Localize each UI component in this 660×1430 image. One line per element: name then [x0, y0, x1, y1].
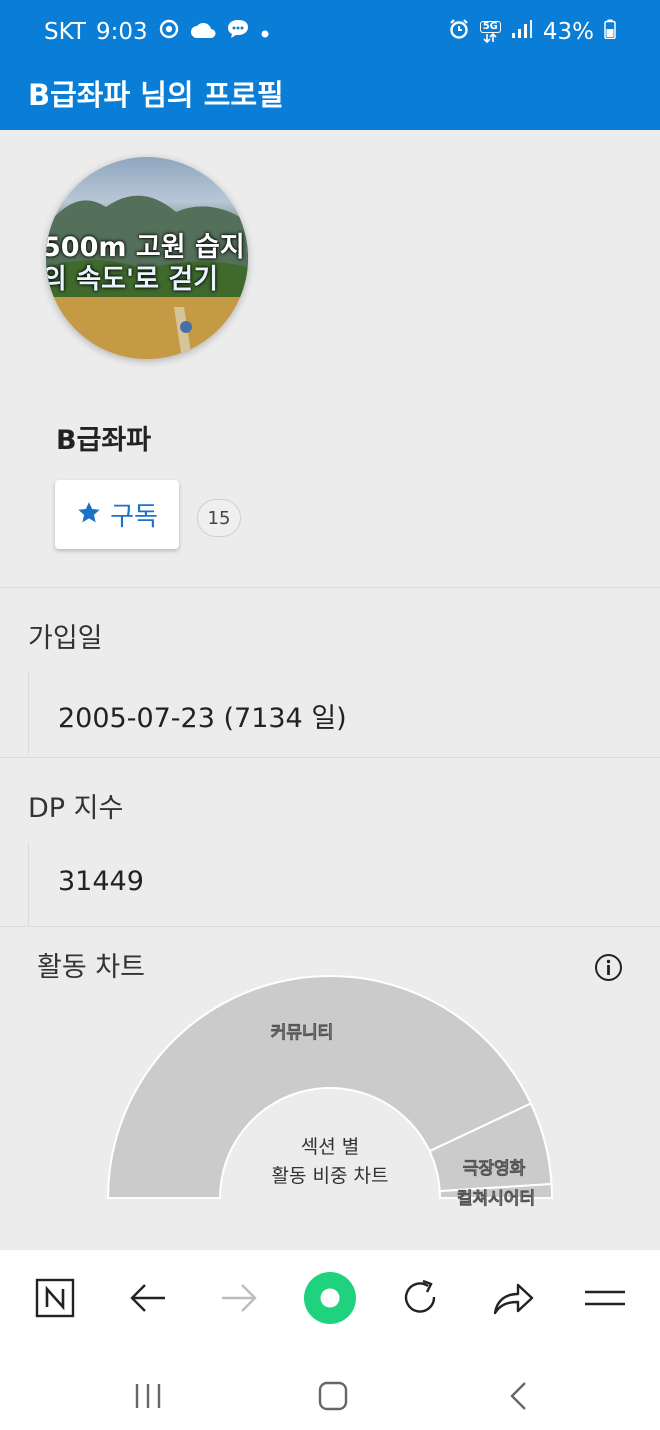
- dp-index-label: DP 지수: [28, 793, 124, 824]
- message-icon: [226, 18, 250, 46]
- join-date-label: 가입일: [28, 623, 103, 654]
- network-type-text: 5G: [479, 21, 501, 33]
- system-back-icon[interactable]: [490, 1368, 546, 1424]
- naver-n-icon[interactable]: [27, 1270, 83, 1326]
- chart-slice-label-3: 컬쳐시어터: [457, 1189, 535, 1209]
- battery-percent-text: 43%: [542, 19, 594, 45]
- chart-center-line1: 섹션 별: [301, 1136, 359, 1158]
- carrier-text: SKT: [44, 19, 86, 45]
- system-navigation-bar: [0, 1358, 660, 1430]
- avatar-caption-line2: 의 속도'로 걷기: [46, 264, 219, 295]
- green-dot-home-icon[interactable]: [302, 1270, 358, 1326]
- browser-bottom-bar: [0, 1250, 660, 1430]
- star-icon: [76, 500, 102, 530]
- divider: [0, 587, 660, 588]
- home-icon[interactable]: [305, 1368, 361, 1424]
- cloud-icon: [190, 19, 216, 45]
- dp-index-value: 31449: [58, 866, 144, 897]
- battery-icon: [604, 19, 616, 45]
- join-date-row: 2005-07-23 (7134 일): [28, 672, 660, 756]
- share-icon[interactable]: [485, 1270, 541, 1326]
- dp-index-row: 31449: [28, 842, 660, 926]
- subscriber-count-badge: 15: [197, 499, 241, 537]
- signal-icon: [511, 19, 533, 45]
- recording-icon: [158, 18, 180, 46]
- back-arrow-icon[interactable]: [120, 1270, 176, 1326]
- divider: [0, 757, 660, 758]
- alarm-icon: [448, 18, 470, 46]
- status-bar-left: SKT 9:03: [44, 18, 270, 46]
- join-date-value: 2005-07-23 (7134 일): [58, 703, 347, 734]
- subscribe-button[interactable]: 구독: [55, 480, 179, 549]
- chart-slice-label-2: 극장영화: [463, 1159, 526, 1179]
- refresh-icon[interactable]: [393, 1270, 449, 1326]
- clock-text: 9:03: [95, 19, 148, 45]
- profile-username: B급좌파: [56, 425, 152, 456]
- activity-half-donut-chart: 커뮤니티극장영화컬쳐시어터 섹션 별 활동 비중 차트: [106, 975, 554, 1209]
- network-5g-icon: 5G: [479, 21, 501, 43]
- subscribe-label: 구독: [110, 502, 158, 532]
- notification-dot-icon: [260, 19, 270, 45]
- status-bar: SKT 9:03 5G 43%: [0, 0, 660, 66]
- menu-icon[interactable]: [577, 1270, 633, 1326]
- app-bar: B급좌파 님의 프로필: [0, 66, 660, 130]
- browser-toolbar: [0, 1250, 660, 1346]
- status-bar-right: 5G 43%: [448, 18, 616, 46]
- page-title: B급좌파 님의 프로필: [28, 78, 284, 112]
- forward-arrow-icon[interactable]: [211, 1270, 267, 1326]
- recent-apps-icon[interactable]: [120, 1368, 176, 1424]
- chart-center-line2: 활동 비중 차트: [272, 1165, 389, 1187]
- divider: [0, 926, 660, 927]
- chart-slice-label-1: 커뮤니티: [271, 1023, 334, 1043]
- profile-avatar[interactable]: 500m 고원 습지 의 속도'로 걷기: [46, 157, 248, 359]
